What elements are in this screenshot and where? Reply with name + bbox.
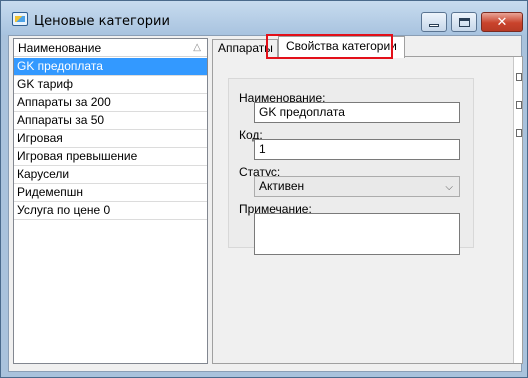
tab-strip: Аппараты Свойства категории [212, 36, 523, 58]
window-title: Ценовые категории [34, 14, 170, 29]
close-button[interactable]: ✕ [481, 12, 523, 32]
note-field[interactable] [254, 213, 460, 255]
list-body: GK предоплата GK тариф Аппараты за 200 А… [14, 58, 207, 220]
category-properties-group: Наименование: GK предоплата Код: 1 Стату… [228, 78, 474, 255]
list-item[interactable]: GK тариф [14, 76, 207, 94]
status-select[interactable]: Активен ⌵ [254, 176, 460, 197]
list-header-label: Наименование [18, 41, 102, 55]
list-item[interactable]: Игровая [14, 130, 207, 148]
close-icon: ✕ [496, 14, 508, 30]
sort-ascending-icon: △ [193, 42, 201, 53]
client-area: Наименование △ GK предоплата GK тариф Ап… [8, 35, 523, 372]
clipped-control [516, 73, 522, 81]
status-value: Активен [259, 179, 305, 193]
maximize-button[interactable] [451, 12, 477, 32]
minimize-icon [429, 24, 439, 27]
title-bar[interactable]: Ценовые категории ✕ [1, 1, 527, 35]
chevron-down-icon: ⌵ [445, 182, 453, 193]
category-list[interactable]: Наименование △ GK предоплата GK тариф Ап… [13, 38, 208, 364]
list-item[interactable]: Аппараты за 50 [14, 112, 207, 130]
window: Ценовые категории ✕ Наименование △ GK пр… [0, 0, 528, 378]
list-item[interactable]: Аппараты за 200 [14, 94, 207, 112]
name-field[interactable]: GK предоплата [254, 102, 460, 123]
code-field[interactable]: 1 [254, 139, 460, 160]
list-item[interactable]: Услуга по цене 0 [14, 202, 207, 220]
list-item[interactable]: Карусели [14, 166, 207, 184]
maximize-icon [458, 17, 470, 27]
list-item[interactable]: Ридемепшн [14, 184, 207, 202]
tab-panel: Наименование: GK предоплата Код: 1 Стату… [212, 56, 523, 364]
clipped-panel-edge [513, 57, 522, 363]
minimize-button[interactable] [421, 12, 447, 32]
clipped-control [516, 101, 522, 109]
app-icon [12, 12, 28, 26]
list-item[interactable]: GK предоплата [14, 58, 207, 76]
tab-properties[interactable]: Свойства категории [278, 36, 405, 58]
list-header-name[interactable]: Наименование △ [14, 39, 207, 57]
clipped-control [516, 129, 522, 137]
list-item[interactable]: Игровая превышение [14, 148, 207, 166]
tab-devices[interactable]: Аппараты [212, 39, 278, 57]
